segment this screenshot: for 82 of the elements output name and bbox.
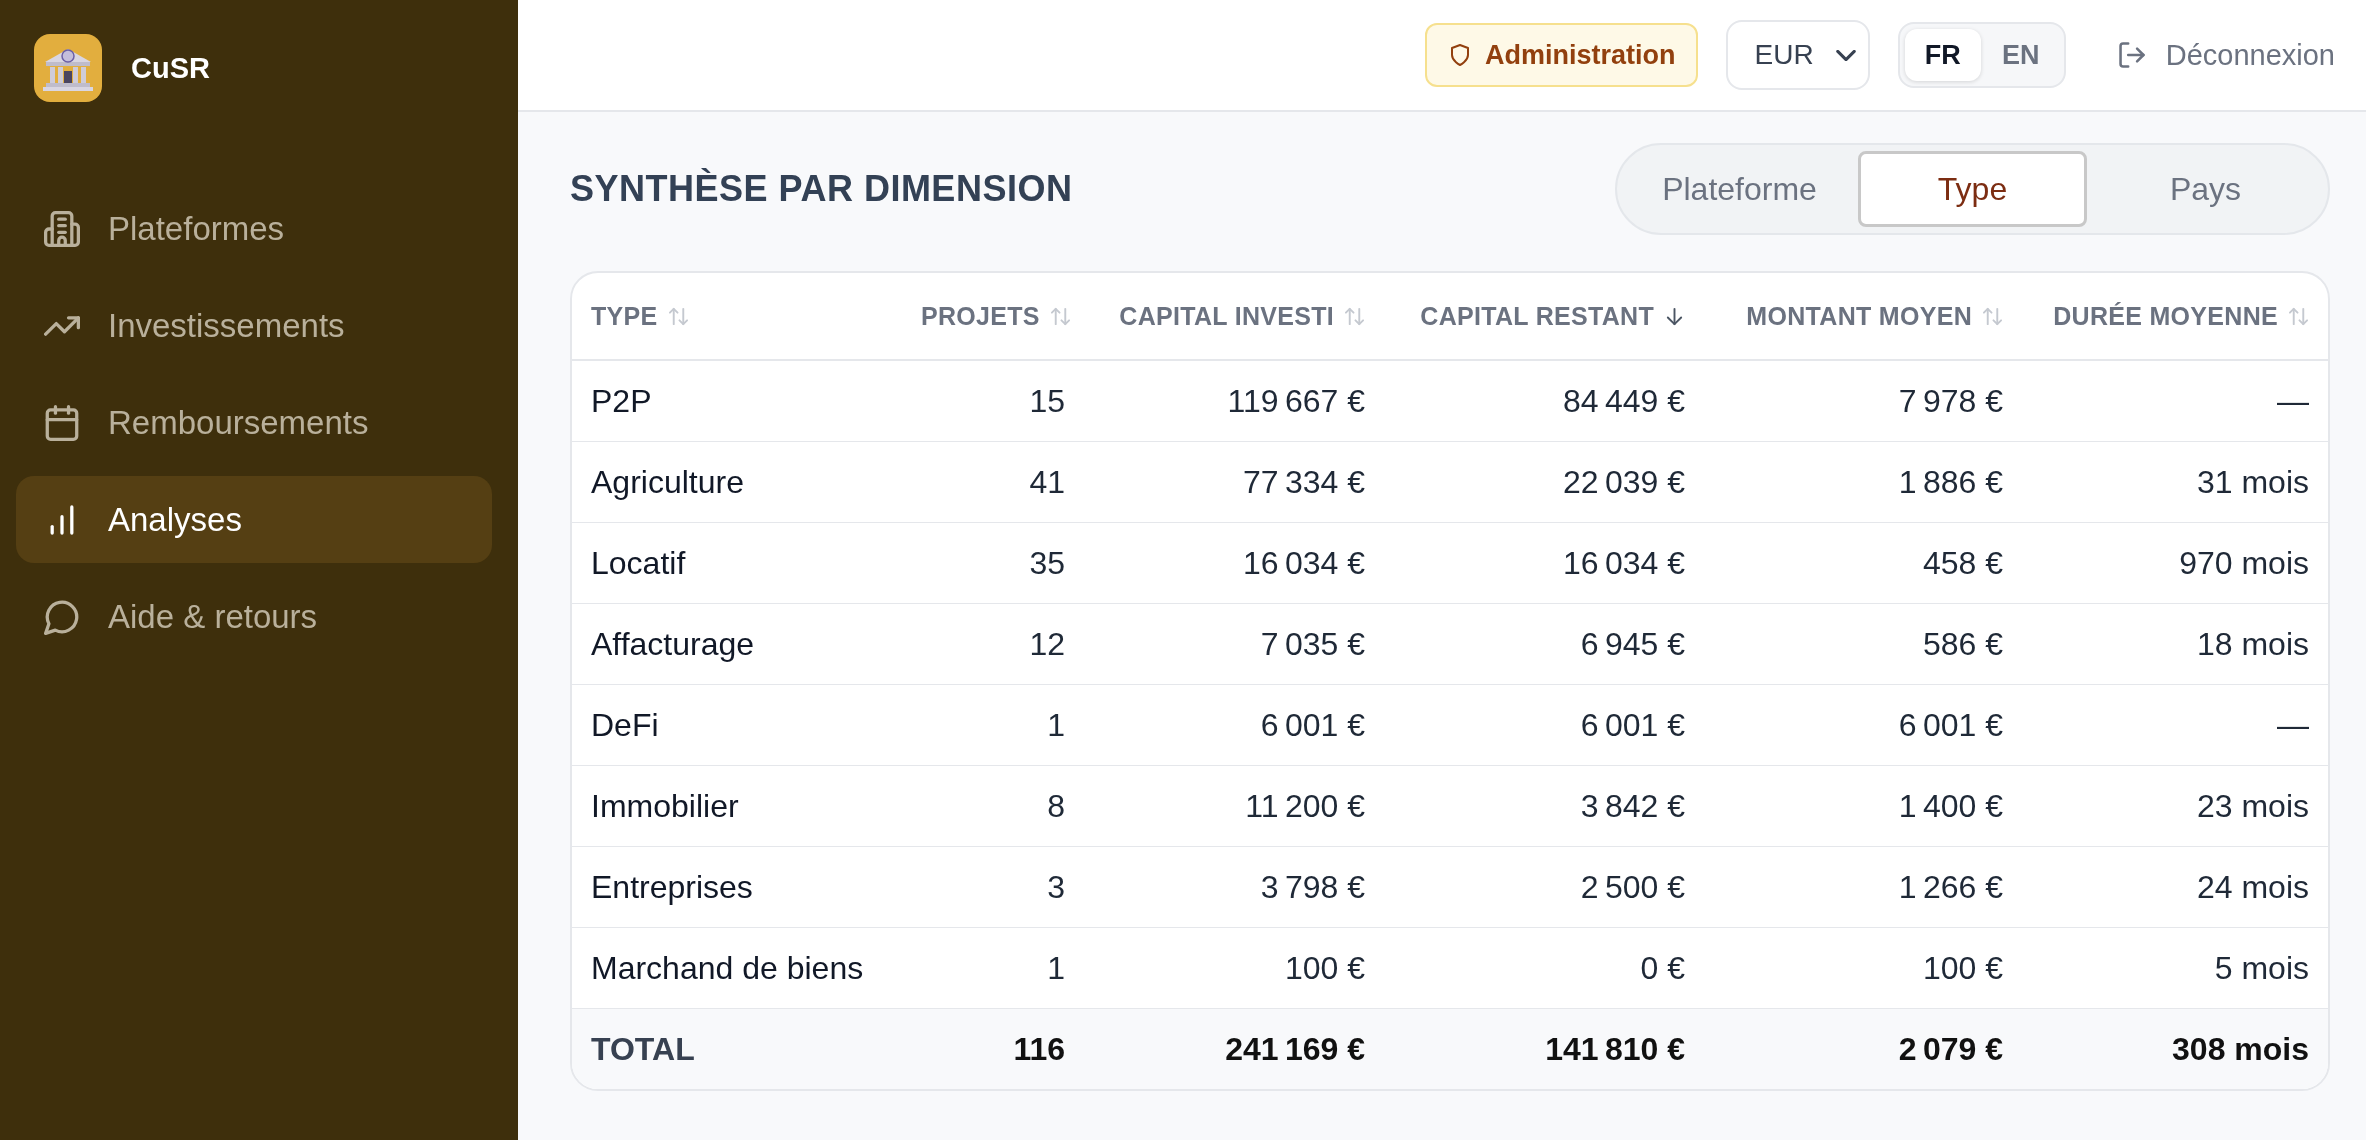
table-cell: 18 mois	[2022, 603, 2328, 685]
column-header[interactable]: CAPITAL RESTANT	[1420, 301, 1685, 331]
table-cell: 3	[902, 846, 1084, 928]
table-cell: 31 mois	[2022, 441, 2328, 523]
table-cell: 5 mois	[2022, 927, 2328, 1009]
table-cell: 35	[902, 522, 1084, 604]
table-cell: 41	[902, 441, 1084, 523]
table-cell: 6 001 €	[1384, 684, 1704, 766]
bank-icon	[34, 34, 102, 102]
table-cell: 100 €	[1084, 927, 1384, 1009]
table-cell: 23 mois	[2022, 765, 2328, 847]
table-cell: 308 mois	[2022, 1008, 2328, 1089]
nav-item[interactable]: Remboursements	[16, 379, 492, 466]
table-cell: 458 €	[1704, 522, 2022, 604]
table-cell: 7 035 €	[1084, 603, 1384, 685]
nav-item[interactable]: Investissements	[16, 282, 492, 369]
table-cell: 7 978 €	[1704, 360, 2022, 442]
calendar-icon	[44, 404, 80, 441]
dimension-tab[interactable]: Pays	[2091, 151, 2320, 227]
table-cell: Immobilier	[572, 765, 902, 847]
building-icon	[44, 210, 80, 247]
section-title: SYNTHÈSE PAR DIMENSION	[570, 168, 1073, 210]
table-cell: Entreprises	[572, 846, 902, 928]
column-header[interactable]: TYPE	[591, 301, 689, 331]
table-cell: P2P	[572, 360, 902, 442]
table-cell: 8	[902, 765, 1084, 847]
dimension-tab[interactable]: Plateforme	[1625, 151, 1854, 227]
table-cell: 77 334 €	[1084, 441, 1384, 523]
table-cell: 16 034 €	[1384, 522, 1704, 604]
table-cell: Affacturage	[572, 603, 902, 685]
table-cell: TOTAL	[572, 1008, 902, 1089]
currency-select[interactable]: EUR	[1725, 20, 1870, 90]
logout-icon	[2117, 41, 2146, 69]
table-cell: 2 500 €	[1384, 846, 1704, 928]
language-option[interactable]: FR	[1904, 29, 1981, 81]
language-option[interactable]: EN	[1982, 29, 2059, 81]
table-cell: 1	[902, 684, 1084, 766]
table-cell: 6 001 €	[1704, 684, 2022, 766]
table-cell: 100 €	[1704, 927, 2022, 1009]
table-cell: 0 €	[1384, 927, 1704, 1009]
table-cell: 3 842 €	[1384, 765, 1704, 847]
column-header[interactable]: PROJETS	[921, 301, 1071, 331]
logout-button[interactable]: Déconnexion	[2117, 38, 2335, 72]
table-cell: 241 169 €	[1084, 1008, 1384, 1089]
admin-button[interactable]: Administration	[1425, 23, 1698, 87]
table-cell: 15	[902, 360, 1084, 442]
table-cell: 119 667 €	[1084, 360, 1384, 442]
nav-item[interactable]: Plateformes	[16, 185, 492, 272]
chevron-down-icon	[1835, 49, 1856, 61]
table-cell: —	[2022, 360, 2328, 442]
table-cell: 141 810 €	[1384, 1008, 1704, 1089]
app-name: CuSR	[131, 51, 210, 85]
table-cell: 11 200 €	[1084, 765, 1384, 847]
table-cell: 24 mois	[2022, 846, 2328, 928]
table-cell: 2 079 €	[1704, 1008, 2022, 1089]
table-cell: 1 400 €	[1704, 765, 2022, 847]
column-header[interactable]: MONTANT MOYEN	[1746, 301, 2003, 331]
table-cell: 1 886 €	[1704, 441, 2022, 523]
table-cell: 22 039 €	[1384, 441, 1704, 523]
table-cell: 1 266 €	[1704, 846, 2022, 928]
table-cell: 12	[902, 603, 1084, 685]
table-cell: 16 034 €	[1084, 522, 1384, 604]
table-cell: Locatif	[572, 522, 902, 604]
column-header[interactable]: CAPITAL INVESTI	[1119, 301, 1365, 331]
table-cell: DeFi	[572, 684, 902, 766]
shield-icon	[1449, 43, 1472, 67]
column-header[interactable]: DURÉE MOYENNE	[2053, 301, 2309, 331]
dimension-tab[interactable]: Type	[1858, 151, 2087, 227]
table-cell: 116	[902, 1008, 1084, 1089]
table-cell: 3 798 €	[1084, 846, 1384, 928]
table-cell: 1	[902, 927, 1084, 1009]
table-cell: 6 945 €	[1384, 603, 1704, 685]
table-cell: Marchand de biens	[572, 927, 902, 1009]
table-cell: Agriculture	[572, 441, 902, 523]
table-cell: 970 mois	[2022, 522, 2328, 604]
table-cell: 6 001 €	[1084, 684, 1384, 766]
nav-item[interactable]: Analyses	[16, 476, 492, 563]
table-cell: 586 €	[1704, 603, 2022, 685]
table-cell: —	[2022, 684, 2328, 766]
speech-bubble-icon	[44, 598, 80, 635]
nav-item[interactable]: Aide & retours	[16, 573, 492, 660]
table-cell: 84 449 €	[1384, 360, 1704, 442]
